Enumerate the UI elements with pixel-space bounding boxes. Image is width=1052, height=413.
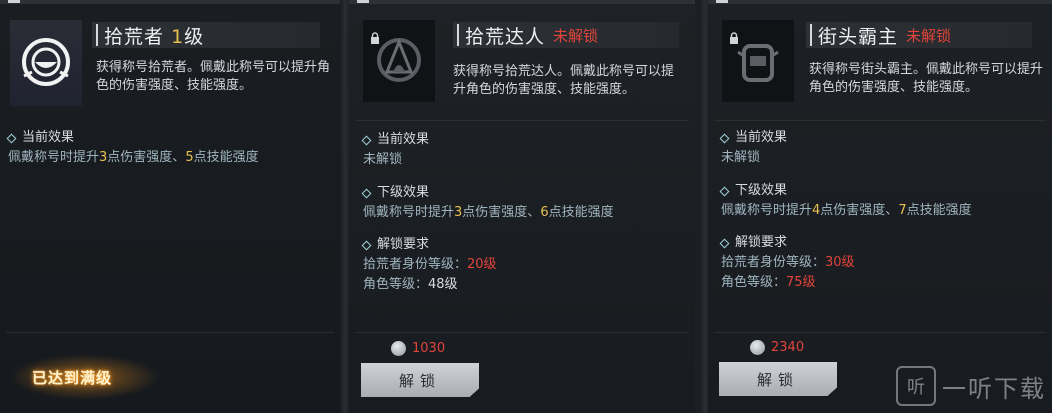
card-title: 街头霸主 未解锁: [806, 22, 1032, 48]
diamond-bullet-icon: [719, 133, 730, 143]
card-title: 拾荒达人 未解锁: [453, 22, 679, 48]
title-card-scavenger-master: 拾荒达人 未解锁 获得称号拾荒达人。佩戴此称号可以提升角色的伤害强度、技能强度。…: [349, 0, 695, 413]
next-effect-section: 下级效果 佩戴称号时提升3点伤害强度、6点技能强度: [361, 185, 614, 220]
lock-icon: [730, 32, 738, 44]
locked-tag: 未解锁: [906, 26, 952, 45]
unlock-button[interactable]: 解锁: [719, 362, 837, 396]
watermark-logo: 听 一听下载: [896, 366, 1046, 406]
current-effect-section: 当前效果 未解锁: [361, 132, 430, 167]
lock-icon: [371, 32, 379, 44]
title-card-street-overlord: 街头霸主 未解锁 获得称号街头霸主。佩戴此称号可以提升角色的伤害强度、技能强度。…: [708, 0, 1052, 413]
silver-coin-icon: [391, 341, 406, 356]
next-effect-section: 下级效果 佩戴称号时提升4点伤害强度、7点技能强度: [719, 183, 972, 218]
unlock-button[interactable]: 解锁: [361, 363, 479, 397]
unlock-requirements-section: 解锁要求 拾荒者身份等级：20级 角色等级：48级: [361, 237, 497, 292]
card-description: 获得称号拾荒者。佩戴此称号可以提升角色的伤害强度、技能强度。: [96, 60, 331, 93]
diamond-bullet-icon: [361, 240, 372, 250]
diamond-bullet-icon: [719, 238, 730, 248]
current-effect-section: 当前效果 佩戴称号时提升3点伤害强度、5点技能强度: [6, 130, 259, 165]
unlock-cost: 1030: [391, 341, 445, 356]
diamond-bullet-icon: [361, 188, 372, 198]
scavenger-master-emblem-icon: [363, 20, 435, 102]
diamond-bullet-icon: [361, 135, 372, 145]
max-level-badge: 已达到满级: [10, 354, 160, 400]
card-title: 拾荒者 1级: [92, 22, 320, 48]
diamond-bullet-icon: [6, 133, 17, 143]
card-description: 获得称号拾荒达人。佩戴此称号可以提升角色的伤害强度、技能强度。: [453, 64, 675, 97]
watermark-icon: 听: [896, 366, 936, 406]
street-overlord-emblem-icon: [722, 20, 794, 102]
card-description: 获得称号街头霸主。佩戴此称号可以提升角色的伤害强度、技能强度。: [809, 62, 1044, 95]
title-card-scavenger: 拾荒者 1级 获得称号拾荒者。佩戴此称号可以提升角色的伤害强度、技能强度。 当前…: [0, 0, 340, 413]
locked-tag: 未解锁: [553, 26, 599, 45]
current-effect-section: 当前效果 未解锁: [719, 130, 788, 165]
scavenger-emblem-icon: [10, 20, 82, 106]
silver-coin-icon: [750, 340, 765, 355]
diamond-bullet-icon: [719, 186, 730, 196]
unlock-requirements-section: 解锁要求 拾荒者身份等级：30级 角色等级：75级: [719, 235, 855, 290]
unlock-cost: 2340: [750, 340, 804, 355]
